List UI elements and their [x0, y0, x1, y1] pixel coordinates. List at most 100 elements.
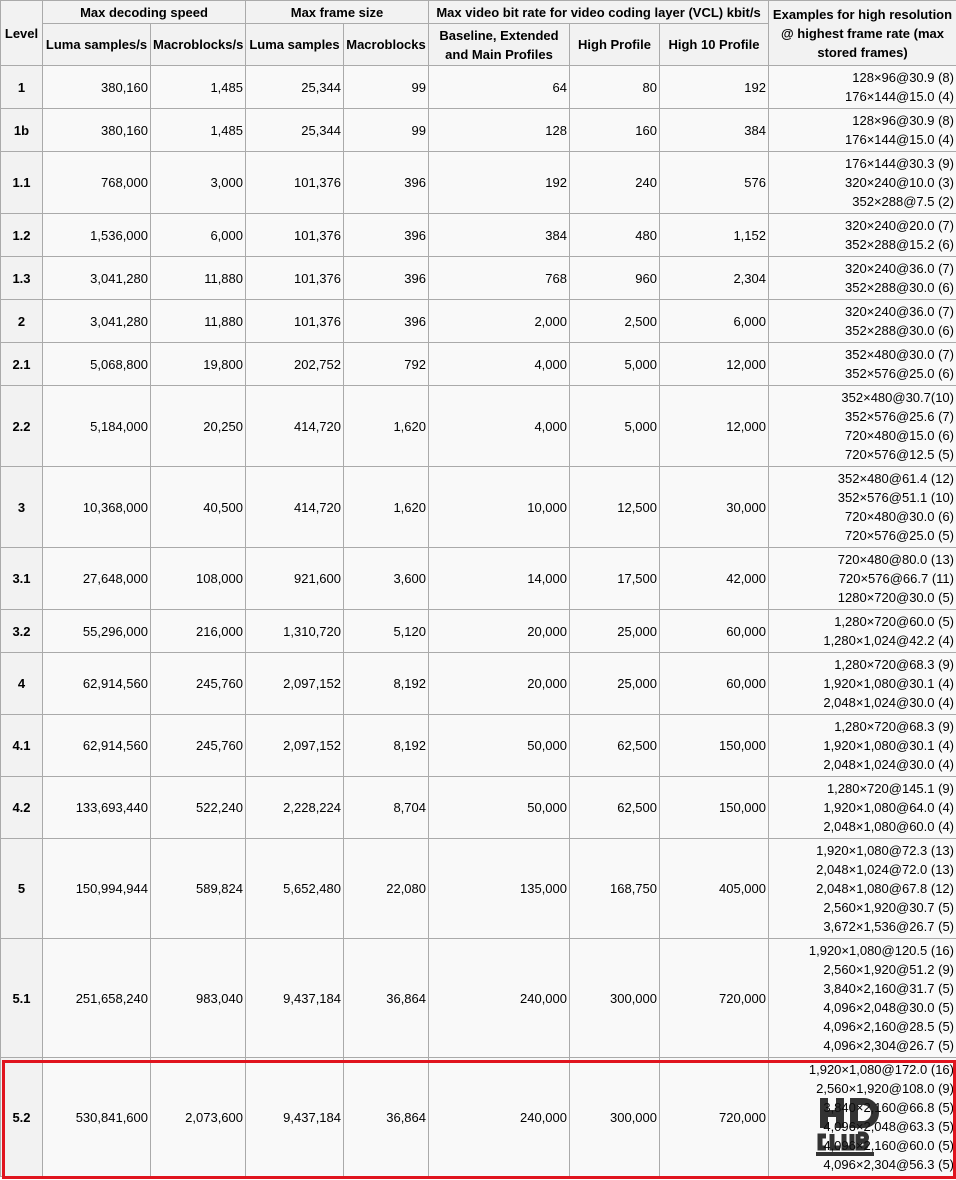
- baseline-bitrate-cell: 50,000: [428, 714, 570, 777]
- high-bitrate-cell: 2,500: [569, 299, 660, 343]
- example-resolution: 3,840×2,160@31.7 (5): [823, 981, 954, 996]
- macroblocks-per-s-cell: 40,500: [150, 466, 246, 548]
- example-resolution: 128×96@30.9 (8): [852, 70, 954, 85]
- header-high10-profile: High 10 Profile: [659, 23, 769, 66]
- macroblocks-cell: 3,600: [343, 547, 429, 610]
- level-cell: 3.1: [0, 547, 43, 610]
- example-resolution: 352×288@15.2 (6): [845, 237, 954, 252]
- table-row: 4.2 133,693,440 522,240 2,228,224 8,704 50,00…: [0, 776, 956, 839]
- examples-cell: 1,920×1,080@72.3 (13) 2,048×1,024@72.0 (1…: [768, 838, 956, 939]
- luma-samples-per-s-cell: 5,068,800: [42, 342, 151, 386]
- examples-cell: 352×480@61.4 (12) 352×576@51.1 (10) 720×48…: [768, 466, 956, 548]
- header-baseline-extended-main: Baseline, Extended and Main Profiles: [428, 23, 570, 66]
- baseline-bitrate-cell: 2,000: [428, 299, 570, 343]
- baseline-bitrate-cell: 240,000: [428, 1057, 570, 1177]
- luma-samples-per-s-cell: 3,041,280: [42, 256, 151, 300]
- table-row: 5.2 530,841,600 2,073,600 9,437,184 36,864 24…: [0, 1057, 956, 1177]
- table-header: Level Max decoding speed Max frame size …: [0, 0, 956, 66]
- luma-samples-cell: 1,310,720: [245, 609, 344, 653]
- macroblocks-per-s-cell: 1,485: [150, 108, 246, 152]
- example-resolution: 2,048×1,024@72.0 (13): [816, 862, 954, 877]
- example-resolution: 4,096×2,160@60.0 (5): [823, 1138, 954, 1153]
- luma-samples-cell: 2,097,152: [245, 652, 344, 715]
- luma-samples-per-s-cell: 3,041,280: [42, 299, 151, 343]
- baseline-bitrate-cell: 10,000: [428, 466, 570, 548]
- example-resolution: 176×144@15.0 (4): [845, 89, 954, 104]
- macroblocks-per-s-cell: 3,000: [150, 151, 246, 214]
- macroblocks-per-s-cell: 6,000: [150, 213, 246, 257]
- header-examples: Examples for high resolution @ highest f…: [768, 0, 956, 66]
- macroblocks-cell: 396: [343, 151, 429, 214]
- baseline-bitrate-cell: 64: [428, 65, 570, 109]
- table-body: 1 380,160 1,485 25,344 99 64 80 192 128×96@30.9 …: [0, 65, 956, 1177]
- high10-bitrate-cell: 60,000: [659, 609, 769, 653]
- header-macroblocks-per-s: Macroblocks/s: [150, 23, 246, 66]
- examples-cell: 1,920×1,080@172.0 (16) 2,560×1,920@108.0 …: [768, 1057, 956, 1177]
- macroblocks-cell: 36,864: [343, 938, 429, 1058]
- level-cell: 3: [0, 466, 43, 548]
- macroblocks-per-s-cell: 589,824: [150, 838, 246, 939]
- macroblocks-per-s-cell: 108,000: [150, 547, 246, 610]
- macroblocks-per-s-cell: 216,000: [150, 609, 246, 653]
- macroblocks-per-s-cell: 983,040: [150, 938, 246, 1058]
- header-level: Level: [0, 0, 43, 66]
- example-resolution: 352×288@7.5 (2): [852, 194, 954, 209]
- high10-bitrate-cell: 42,000: [659, 547, 769, 610]
- macroblocks-cell: 36,864: [343, 1057, 429, 1177]
- luma-samples-cell: 101,376: [245, 256, 344, 300]
- macroblocks-cell: 396: [343, 299, 429, 343]
- level-cell: 2.1: [0, 342, 43, 386]
- macroblocks-per-s-cell: 245,760: [150, 714, 246, 777]
- high-bitrate-cell: 12,500: [569, 466, 660, 548]
- macroblocks-per-s-cell: 1,485: [150, 65, 246, 109]
- macroblocks-cell: 792: [343, 342, 429, 386]
- examples-cell: 320×240@36.0 (7) 352×288@30.0 (6): [768, 299, 956, 343]
- header-luma-samples-per-s: Luma samples/s: [42, 23, 151, 66]
- high10-bitrate-cell: 384: [659, 108, 769, 152]
- macroblocks-cell: 22,080: [343, 838, 429, 939]
- high-bitrate-cell: 62,500: [569, 776, 660, 839]
- table-row: 1.3 3,041,280 11,880 101,376 396 768 960 2,304 3…: [0, 256, 956, 300]
- level-cell: 1.1: [0, 151, 43, 214]
- macroblocks-cell: 396: [343, 256, 429, 300]
- high10-bitrate-cell: 150,000: [659, 714, 769, 777]
- high10-bitrate-cell: 150,000: [659, 776, 769, 839]
- example-resolution: 2,048×1,024@30.0 (4): [823, 757, 954, 772]
- example-resolution: 1,920×1,080@72.3 (13): [816, 843, 954, 858]
- level-cell: 1.3: [0, 256, 43, 300]
- table-row: 4.1 62,914,560 245,760 2,097,152 8,192 50,000…: [0, 714, 956, 777]
- luma-samples-per-s-cell: 150,994,944: [42, 838, 151, 939]
- table-row: 5.1 251,658,240 983,040 9,437,184 36,864 240,…: [0, 938, 956, 1058]
- high10-bitrate-cell: 12,000: [659, 342, 769, 386]
- luma-samples-per-s-cell: 1,536,000: [42, 213, 151, 257]
- example-resolution: 1,920×1,080@64.0 (4): [823, 800, 954, 815]
- examples-cell: 720×480@80.0 (13) 720×576@66.7 (11) 1280×7…: [768, 547, 956, 610]
- table-row: 2.1 5,068,800 19,800 202,752 792 4,000 5,000 12…: [0, 342, 956, 386]
- example-resolution: 1280×720@30.0 (5): [837, 590, 954, 605]
- level-cell: 4: [0, 652, 43, 715]
- macroblocks-per-s-cell: 11,880: [150, 299, 246, 343]
- example-resolution: 1,280×720@60.0 (5): [834, 614, 954, 629]
- table-row: 3 10,368,000 40,500 414,720 1,620 10,000 12,50…: [0, 466, 956, 548]
- luma-samples-cell: 2,228,224: [245, 776, 344, 839]
- high10-bitrate-cell: 192: [659, 65, 769, 109]
- level-cell: 2.2: [0, 385, 43, 467]
- example-resolution: 176×144@30.3 (9): [845, 156, 954, 171]
- examples-cell: 352×480@30.7(10) 352×576@25.6 (7) 720×480@…: [768, 385, 956, 467]
- macroblocks-cell: 1,620: [343, 385, 429, 467]
- example-resolution: 1,920×1,080@30.1 (4): [823, 738, 954, 753]
- luma-samples-per-s-cell: 10,368,000: [42, 466, 151, 548]
- luma-samples-cell: 101,376: [245, 299, 344, 343]
- example-resolution: 1,280×720@68.3 (9): [834, 719, 954, 734]
- example-resolution: 352×576@25.0 (6): [845, 366, 954, 381]
- example-resolution: 720×480@80.0 (13): [837, 552, 954, 567]
- luma-samples-per-s-cell: 768,000: [42, 151, 151, 214]
- baseline-bitrate-cell: 240,000: [428, 938, 570, 1058]
- high-bitrate-cell: 25,000: [569, 652, 660, 715]
- examples-cell: 320×240@36.0 (7) 352×288@30.0 (6): [768, 256, 956, 300]
- table-row: 2.2 5,184,000 20,250 414,720 1,620 4,000 5,000…: [0, 385, 956, 467]
- luma-samples-per-s-cell: 62,914,560: [42, 714, 151, 777]
- example-resolution: 3,840×2,160@66.8 (5): [823, 1100, 954, 1115]
- high10-bitrate-cell: 720,000: [659, 938, 769, 1058]
- high-bitrate-cell: 300,000: [569, 1057, 660, 1177]
